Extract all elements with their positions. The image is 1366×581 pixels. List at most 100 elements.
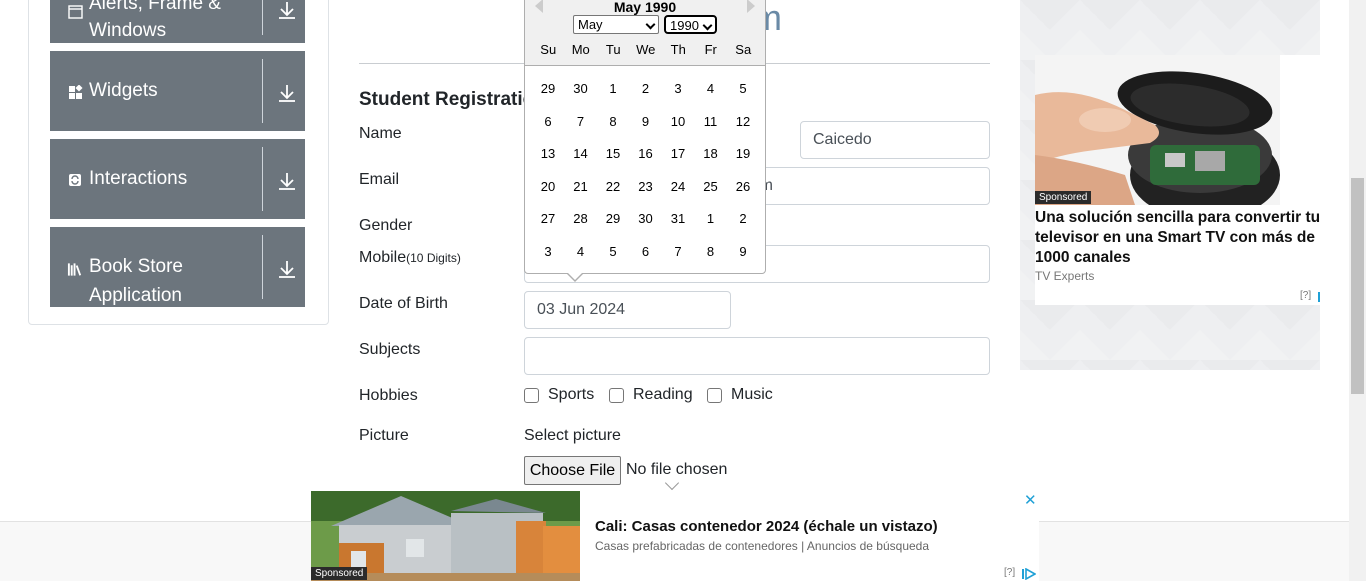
- weekday-label: Su: [540, 42, 557, 57]
- calendar-day[interactable]: 19: [729, 142, 757, 166]
- ad-info-link[interactable]: [?]: [1300, 290, 1311, 301]
- download-arrow-icon[interactable]: [276, 82, 298, 104]
- calendar-day[interactable]: 9: [729, 240, 757, 264]
- download-arrow-icon[interactable]: [276, 258, 298, 280]
- calendar-day[interactable]: 7: [567, 110, 595, 134]
- calendar-day[interactable]: 29: [599, 207, 627, 231]
- bottom-ad-banner[interactable]: Sponsored Cali: Casas contenedor 2024 (é…: [311, 491, 1039, 581]
- choose-file-button[interactable]: Choose File: [524, 456, 621, 485]
- book-icon: [67, 261, 83, 277]
- datepicker-current-month: May 1990: [613, 0, 677, 15]
- calendar-day[interactable]: 5: [599, 240, 627, 264]
- calendar-day[interactable]: 3: [534, 240, 562, 264]
- ad-product-image: [1035, 55, 1280, 205]
- sponsored-badge: Sponsored: [1035, 191, 1092, 204]
- hobby-music-checkbox[interactable]: Music: [707, 386, 773, 404]
- next-month-icon[interactable]: [747, 0, 755, 13]
- calendar-day[interactable]: 15: [599, 142, 627, 166]
- calendar-day[interactable]: 31: [664, 207, 692, 231]
- calendar-day[interactable]: 5: [729, 77, 757, 101]
- download-arrow-icon[interactable]: [276, 0, 298, 21]
- scrollbar-thumb[interactable]: [1351, 178, 1364, 394]
- ad-brand[interactable]: TV Experts: [1035, 269, 1094, 283]
- adchoices-icon[interactable]: [1022, 567, 1037, 581]
- calendar-day[interactable]: 17: [664, 142, 692, 166]
- calendar-day[interactable]: 21: [567, 175, 595, 199]
- datepicker-popup: May 1990 May 1990 Su Mo Tu We Th Fr Sa 29 30 1 2 3 4…: [524, 0, 766, 282]
- window-icon: [67, 4, 83, 20]
- calendar-day[interactable]: 2: [632, 77, 660, 101]
- sidebar-group-label-line2: Application: [89, 285, 182, 306]
- calendar-day[interactable]: 3: [664, 77, 692, 101]
- sidebar-group-interactions[interactable]: Interactions: [50, 139, 305, 219]
- calendar-day[interactable]: 13: [534, 142, 562, 166]
- form-title: Student Registratio: [359, 89, 535, 110]
- hobby-reading-checkbox[interactable]: Reading: [609, 386, 693, 404]
- calendar-day[interactable]: 4: [567, 240, 595, 264]
- calendar-day[interactable]: 26: [729, 175, 757, 199]
- calendar-day[interactable]: 25: [697, 175, 725, 199]
- calendar-day[interactable]: 30: [567, 77, 595, 101]
- sidebar-group-label: Interactions: [89, 168, 188, 189]
- sidebar-group-widgets[interactable]: Widgets: [50, 51, 305, 131]
- checkbox-box[interactable]: [524, 387, 539, 403]
- select-picture-label: Select picture: [524, 427, 621, 444]
- calendar-day[interactable]: 11: [697, 110, 725, 134]
- chevron-down-icon: [645, 19, 656, 30]
- weekday-label: Sa: [735, 42, 752, 57]
- subjects-input[interactable]: [524, 337, 990, 375]
- calendar-day[interactable]: 2: [729, 207, 757, 231]
- year-select[interactable]: 1990: [664, 15, 717, 34]
- calendar-day[interactable]: 22: [599, 175, 627, 199]
- group-divider: [262, 147, 263, 211]
- ad-info-link[interactable]: [?]: [1004, 567, 1015, 578]
- calendar-day[interactable]: 23: [632, 175, 660, 199]
- sidebar-group-alerts-frame-windows[interactable]: Alerts, Frame & Windows: [50, 0, 305, 43]
- calendar-day[interactable]: 29: [534, 77, 562, 101]
- download-arrow-icon[interactable]: [276, 170, 298, 192]
- calendar-day[interactable]: 4: [697, 77, 725, 101]
- ad-subtitle[interactable]: Casas prefabricadas de contenedores | An…: [595, 539, 929, 553]
- checkbox-box[interactable]: [609, 387, 624, 403]
- widgets-icon: [67, 84, 83, 100]
- calendar-day[interactable]: 1: [599, 77, 627, 101]
- ad-card[interactable]: Sponsored Una solución sencilla para con…: [1035, 55, 1320, 305]
- calendar-day[interactable]: 8: [697, 240, 725, 264]
- calendar-day[interactable]: 24: [664, 175, 692, 199]
- calendar-day[interactable]: 14: [567, 142, 595, 166]
- ad-headline[interactable]: Cali: Casas contenedor 2024 (échale un v…: [595, 518, 938, 535]
- no-file-text: No file chosen: [626, 461, 728, 478]
- calendar-day[interactable]: 10: [664, 110, 692, 134]
- close-icon[interactable]: ✕: [1319, 55, 1320, 73]
- page-scrollbar[interactable]: [1349, 0, 1366, 581]
- last-name-input[interactable]: Caicedo: [800, 121, 990, 159]
- right-ad-panel[interactable]: Sponsored Una solución sencilla para con…: [1020, 0, 1320, 370]
- sidebar-group-label-line2: Windows: [89, 20, 167, 41]
- calendar-day[interactable]: 27: [534, 207, 562, 231]
- calendar-day[interactable]: 6: [534, 110, 562, 134]
- sponsored-badge: Sponsored: [311, 567, 368, 580]
- ad-headline[interactable]: Una solución sencilla para convertir tu …: [1035, 208, 1320, 268]
- calendar-day[interactable]: 6: [632, 240, 660, 264]
- calendar-day[interactable]: 28: [567, 207, 595, 231]
- checkbox-box[interactable]: [707, 387, 722, 403]
- calendar-day[interactable]: 20: [534, 175, 562, 199]
- month-select[interactable]: May: [573, 15, 659, 34]
- calendar-day[interactable]: 12: [729, 110, 757, 134]
- hobby-label: Reading: [633, 386, 693, 403]
- sidebar-group-book-store[interactable]: Book Store Application: [50, 227, 305, 307]
- close-icon[interactable]: ✕: [1024, 491, 1037, 509]
- group-divider: [262, 235, 263, 299]
- calendar-day[interactable]: 8: [599, 110, 627, 134]
- hobby-sports-checkbox[interactable]: Sports: [524, 386, 594, 404]
- calendar-day[interactable]: 1: [697, 207, 725, 231]
- calendar-day[interactable]: 7: [664, 240, 692, 264]
- calendar-day[interactable]: 30: [632, 207, 660, 231]
- calendar-day[interactable]: 9: [632, 110, 660, 134]
- calendar-day[interactable]: 18: [697, 142, 725, 166]
- mobile-label: Mobile(10 Digits): [359, 249, 461, 267]
- dob-input[interactable]: 03 Jun 2024: [524, 291, 731, 329]
- adchoices-icon[interactable]: [1318, 290, 1320, 302]
- calendar-day[interactable]: 16: [632, 142, 660, 166]
- chevron-down-icon: [702, 20, 713, 31]
